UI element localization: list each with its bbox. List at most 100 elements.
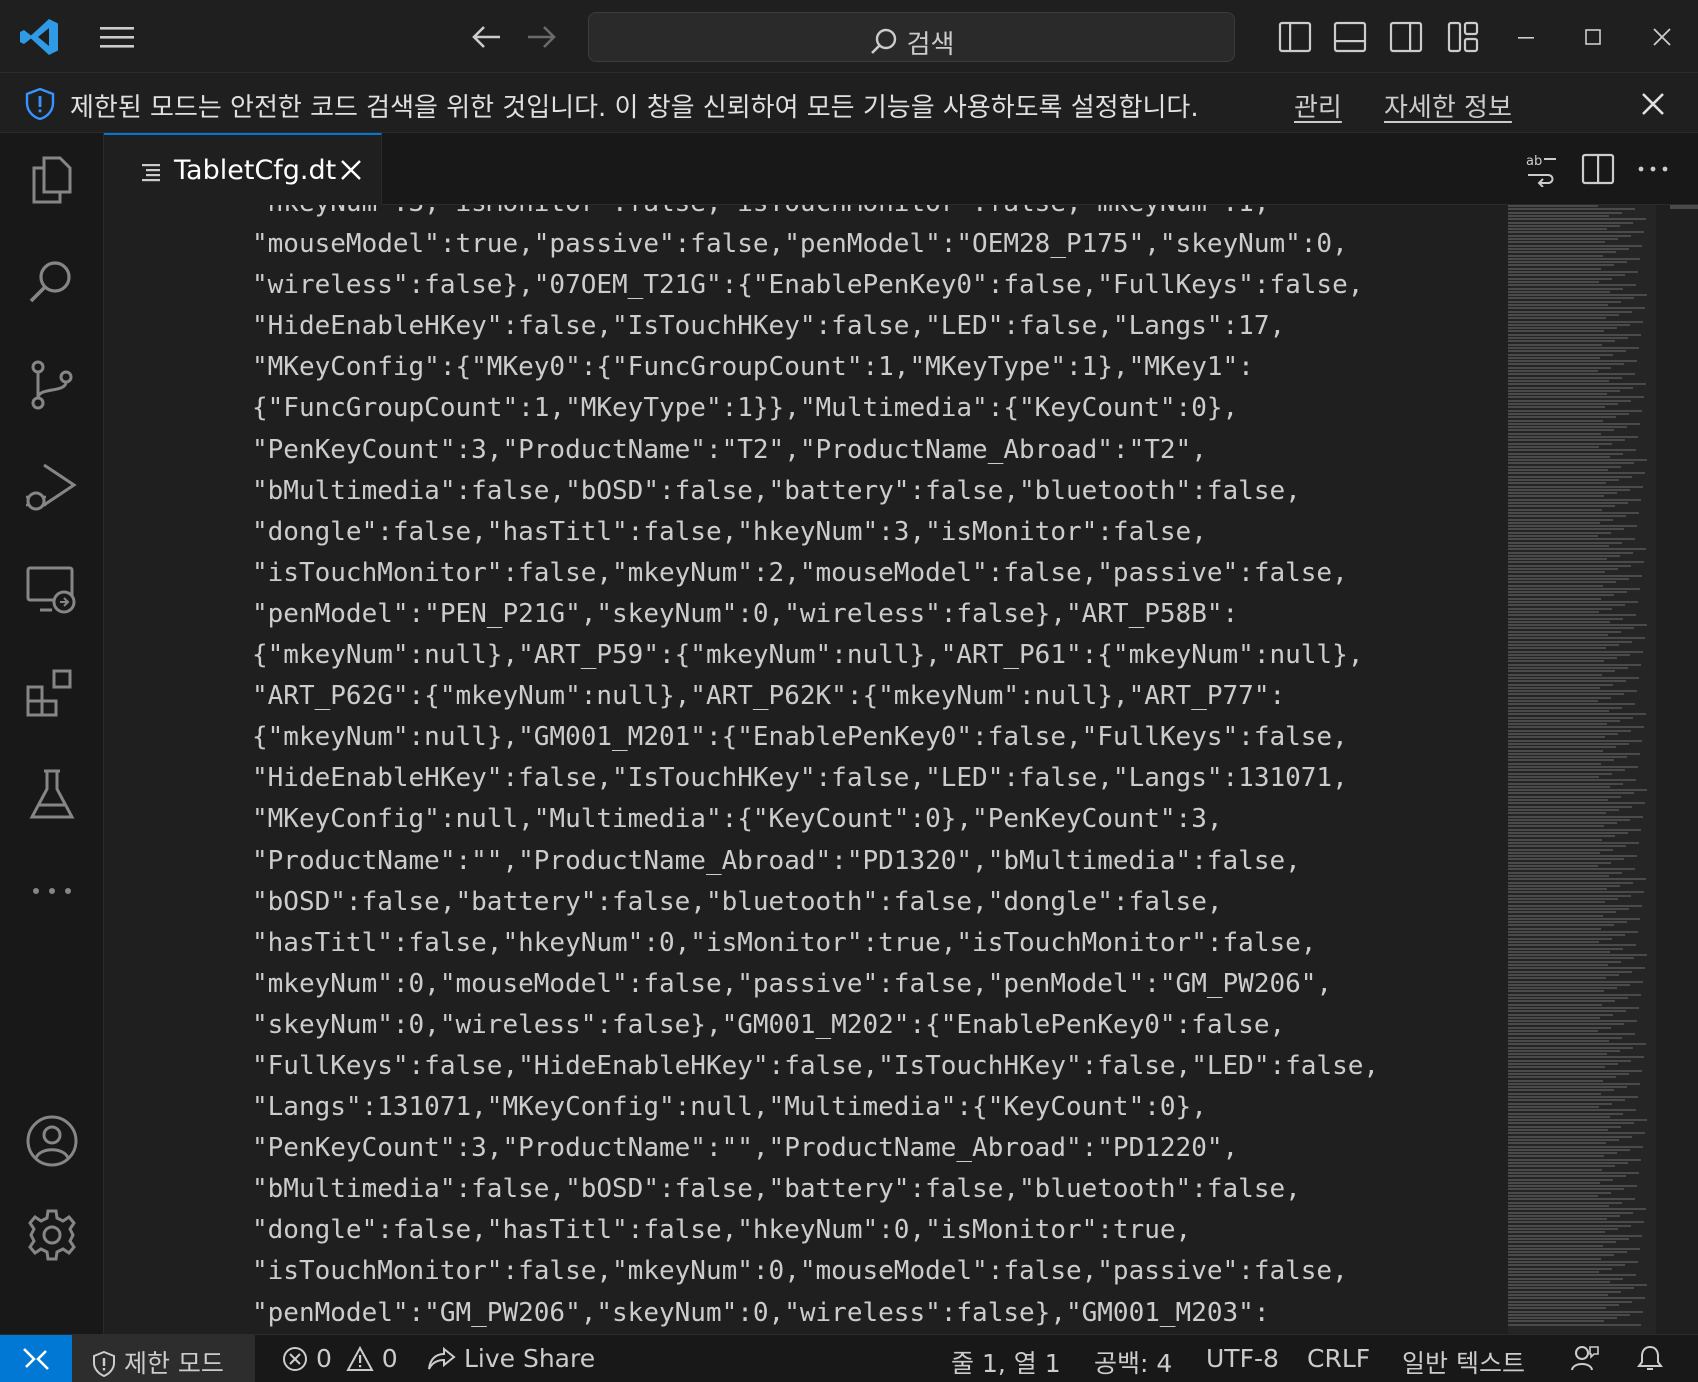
live-share-button[interactable]: Live Share bbox=[426, 1344, 595, 1373]
command-center-search[interactable]: 검색 bbox=[588, 12, 1235, 62]
minimap-line bbox=[1508, 1033, 1635, 1036]
minimap-line bbox=[1508, 907, 1629, 910]
minimap-line bbox=[1508, 1244, 1603, 1247]
toggle-panel-icon[interactable] bbox=[1333, 20, 1367, 54]
minimap-line bbox=[1508, 1267, 1612, 1270]
notifications-button[interactable] bbox=[1636, 1344, 1664, 1373]
minimap-line bbox=[1508, 396, 1644, 399]
more-icon[interactable] bbox=[22, 861, 82, 921]
search-icon[interactable] bbox=[22, 253, 82, 313]
minimap-line bbox=[1508, 1096, 1638, 1098]
minimap-line bbox=[1508, 808, 1619, 811]
minimap-line bbox=[1508, 412, 1629, 415]
minimap-line bbox=[1508, 802, 1645, 805]
remote-indicator[interactable] bbox=[0, 1335, 72, 1382]
hamburger-menu-icon[interactable] bbox=[98, 22, 136, 52]
minimap[interactable] bbox=[1508, 205, 1656, 1334]
more-actions-icon[interactable] bbox=[1635, 151, 1671, 187]
learn-more-link[interactable]: 자세한 정보 bbox=[1384, 87, 1512, 124]
vertical-scrollbar[interactable] bbox=[1670, 205, 1698, 1334]
minimap-line bbox=[1508, 643, 1619, 646]
minimap-line bbox=[1508, 406, 1605, 409]
remote-icon bbox=[23, 1348, 49, 1370]
shield-icon bbox=[93, 1350, 115, 1378]
code-line: "dongle":false,"hasTitl":false,"hkeyNum"… bbox=[252, 516, 1207, 547]
toggle-primary-sidebar-icon[interactable] bbox=[1278, 20, 1312, 54]
minimap-line bbox=[1508, 1178, 1613, 1181]
arrow-right-icon[interactable] bbox=[524, 20, 558, 54]
problems-indicator[interactable]: 0 0 bbox=[282, 1344, 398, 1373]
close-tab-icon[interactable] bbox=[338, 157, 364, 183]
code-line: {"mkeyNum":null},"GM001_M201":{"EnablePe… bbox=[252, 722, 1348, 753]
minimap-line bbox=[1508, 475, 1632, 478]
minimap-line bbox=[1508, 990, 1604, 993]
minimap-line bbox=[1508, 1115, 1610, 1118]
settings-gear-icon[interactable] bbox=[22, 1205, 82, 1265]
feedback-button[interactable] bbox=[1570, 1344, 1600, 1373]
minimap-line bbox=[1508, 439, 1625, 442]
minimap-line bbox=[1508, 409, 1642, 412]
restricted-label: 제한 모드 bbox=[123, 1349, 224, 1378]
minimap-line bbox=[1508, 535, 1598, 537]
source-control-icon[interactable] bbox=[22, 355, 82, 415]
toggle-word-wrap-icon[interactable]: ab bbox=[1524, 151, 1560, 187]
minimap-line bbox=[1508, 1294, 1608, 1296]
arrow-left-icon[interactable] bbox=[470, 20, 504, 54]
minimap-line bbox=[1508, 1059, 1631, 1062]
minimap-line bbox=[1508, 973, 1619, 976]
minimap-line bbox=[1508, 505, 1615, 508]
accounts-icon[interactable] bbox=[22, 1111, 82, 1171]
end-of-line[interactable]: CRLF bbox=[1307, 1344, 1370, 1373]
minimap-line bbox=[1508, 703, 1635, 706]
minimap-line bbox=[1508, 1320, 1604, 1323]
minimap-line bbox=[1508, 280, 1599, 283]
minimap-line bbox=[1508, 967, 1645, 970]
minimap-line bbox=[1508, 419, 1603, 422]
minimap-line bbox=[1508, 274, 1625, 277]
remote-explorer-icon[interactable] bbox=[22, 560, 82, 620]
minimap-line bbox=[1508, 571, 1605, 574]
minimap-line bbox=[1508, 538, 1635, 541]
minimap-line bbox=[1508, 640, 1632, 643]
indentation[interactable]: 공백: 4 bbox=[1094, 1344, 1172, 1380]
minimap-line bbox=[1508, 1198, 1635, 1201]
minimap-line bbox=[1508, 313, 1619, 316]
run-debug-icon[interactable] bbox=[22, 457, 82, 517]
minimap-line bbox=[1508, 1317, 1617, 1320]
minimap-line bbox=[1508, 1228, 1618, 1230]
minimap-line bbox=[1508, 1251, 1627, 1254]
minimap-line bbox=[1508, 1076, 1616, 1079]
minimap-line bbox=[1508, 818, 1630, 821]
editor-text-area[interactable]: "hkeyNum":3,"isMonitor":false,"isTouchMo… bbox=[104, 205, 1698, 1334]
minimap-line bbox=[1508, 1181, 1600, 1184]
split-editor-icon[interactable] bbox=[1580, 151, 1616, 187]
minimap-line bbox=[1508, 1006, 1639, 1009]
close-icon[interactable] bbox=[1636, 87, 1670, 121]
code-line: "isTouchMonitor":false,"mkeyNum":0,"mous… bbox=[252, 1256, 1348, 1287]
toggle-secondary-sidebar-icon[interactable] bbox=[1389, 20, 1423, 54]
minimap-line bbox=[1508, 379, 1609, 382]
language-mode[interactable]: 일반 텍스트 bbox=[1402, 1344, 1525, 1380]
maximize-icon[interactable] bbox=[1573, 18, 1613, 56]
minimap-line bbox=[1508, 1214, 1620, 1217]
restricted-mode-indicator[interactable]: 제한 모드 bbox=[72, 1335, 255, 1382]
manage-link[interactable]: 관리 bbox=[1294, 87, 1342, 124]
testing-icon[interactable] bbox=[22, 765, 82, 825]
scrollbar-thumb[interactable] bbox=[1670, 205, 1698, 209]
tab-tabletcfg[interactable]: TabletCfg.dt bbox=[104, 133, 382, 205]
minimap-line bbox=[1508, 1284, 1647, 1287]
minimize-icon[interactable] bbox=[1506, 18, 1546, 56]
minimap-line bbox=[1508, 680, 1626, 683]
explorer-icon[interactable] bbox=[22, 150, 82, 210]
customize-layout-icon[interactable] bbox=[1446, 20, 1480, 54]
minimap-line bbox=[1508, 241, 1605, 244]
extensions-icon[interactable] bbox=[22, 663, 82, 723]
minimap-line bbox=[1508, 205, 1598, 207]
minimap-line bbox=[1508, 861, 1611, 864]
minimap-line bbox=[1508, 825, 1604, 828]
search-icon bbox=[870, 28, 896, 54]
cursor-position[interactable]: 줄 1, 열 1 bbox=[951, 1344, 1061, 1380]
encoding[interactable]: UTF-8 bbox=[1206, 1344, 1279, 1373]
close-window-icon[interactable] bbox=[1642, 18, 1682, 56]
minimap-line bbox=[1508, 828, 1641, 831]
